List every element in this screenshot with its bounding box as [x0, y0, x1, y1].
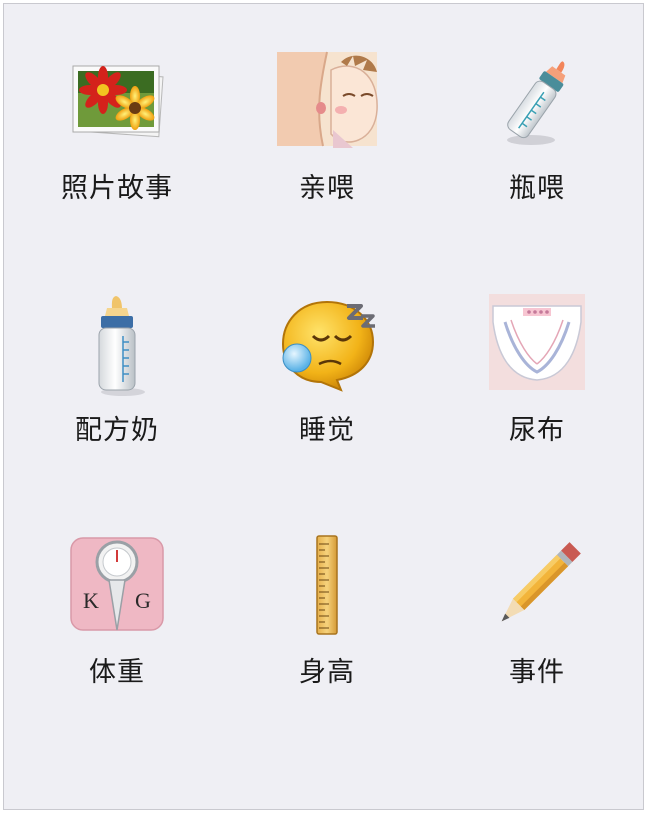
menu-item-label: 体重: [89, 657, 145, 688]
sleeping-face-icon: [281, 300, 375, 392]
menu-item-label: 配方奶: [75, 415, 159, 446]
scale-letter-k: K: [83, 588, 99, 613]
menu-panel: 照片故事 亲喂 瓶喂 配方奶 睡觉 尿布 K G 体重 身高 事件: [3, 3, 644, 810]
menu-item-event[interactable]: 事件: [432, 534, 642, 776]
menu-item-label: 照片故事: [61, 173, 173, 204]
menu-item-formula[interactable]: 配方奶: [12, 292, 222, 534]
menu-item-weight[interactable]: K G 体重: [12, 534, 222, 776]
breastfeeding-icon: [277, 51, 378, 148]
menu-item-label: 身高: [299, 657, 355, 688]
formula-bottle-icon: [98, 296, 145, 396]
weight-scale-icon: K G: [70, 537, 164, 631]
menu-item-breastfeeding[interactable]: 亲喂: [222, 50, 432, 292]
ruler-icon: [316, 535, 338, 635]
menu-item-photo-story[interactable]: 照片故事: [12, 50, 222, 292]
menu-grid: 照片故事 亲喂 瓶喂 配方奶 睡觉 尿布 K G 体重 身高 事件: [12, 50, 642, 776]
diaper-icon: [489, 294, 585, 390]
menu-item-sleep[interactable]: 睡觉: [222, 292, 432, 534]
pencil-icon: [501, 542, 581, 622]
photo-gallery-icon: [72, 65, 164, 138]
menu-item-label: 尿布: [509, 415, 565, 446]
menu-item-diaper[interactable]: 尿布: [432, 292, 642, 534]
menu-item-label: 瓶喂: [509, 173, 565, 204]
feeding-bottle-icon: [507, 61, 566, 145]
menu-item-label: 亲喂: [299, 173, 355, 204]
menu-item-label: 睡觉: [299, 415, 355, 446]
menu-item-bottle-feeding[interactable]: 瓶喂: [432, 50, 642, 292]
menu-item-height[interactable]: 身高: [222, 534, 432, 776]
menu-item-label: 事件: [509, 657, 565, 688]
scale-letter-g: G: [135, 588, 151, 613]
